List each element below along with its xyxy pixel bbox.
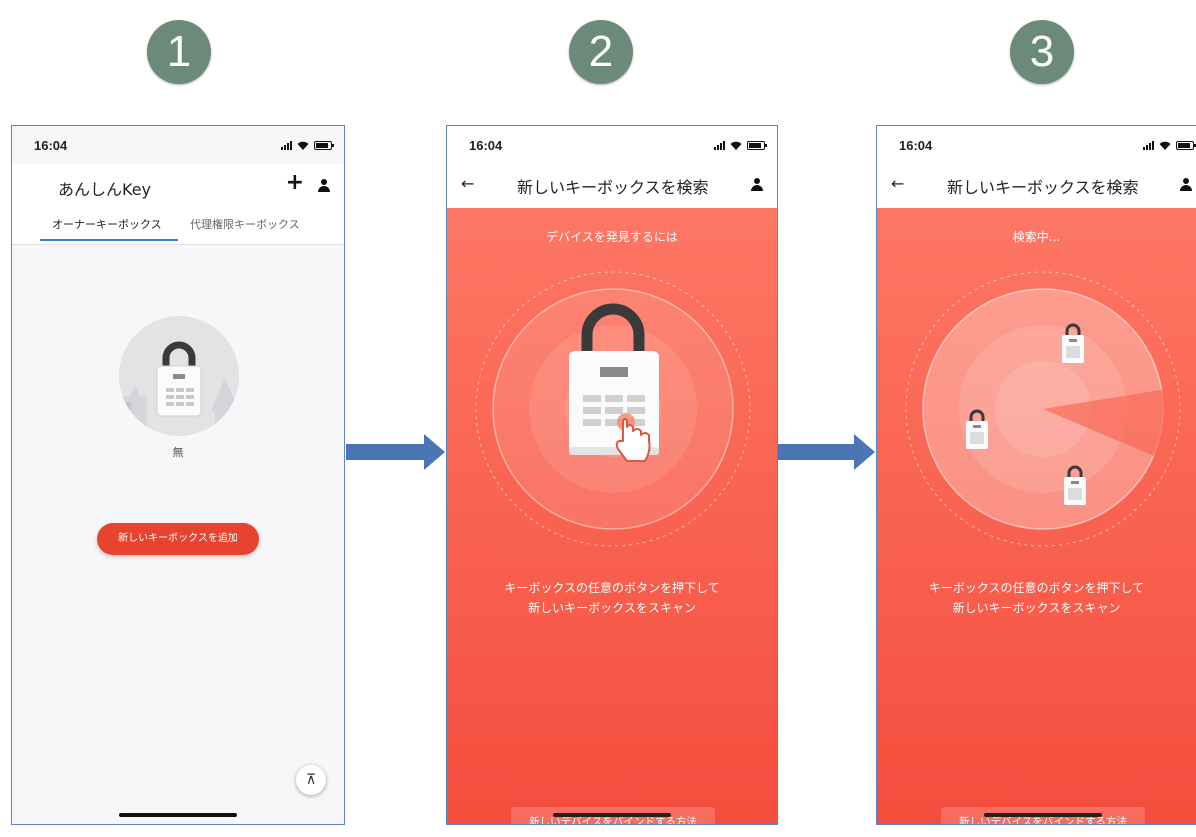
status-time: 16:04 — [34, 138, 68, 153]
home-indicator — [119, 813, 237, 817]
user-icon[interactable] — [1180, 178, 1192, 192]
status-bar: 16:04 — [12, 126, 344, 164]
empty-keybox-illustration — [119, 316, 239, 436]
step-badge-3: 3 — [1010, 20, 1074, 84]
wifi-icon — [730, 141, 742, 150]
wifi-icon — [1159, 141, 1171, 150]
status-time: 16:04 — [469, 138, 503, 153]
back-arrow-icon[interactable]: ← — [891, 174, 904, 193]
phone-screen-searching: 16:04 ← 新しいキーボックスを検索 検索中... キーボックスの任意のボタ… — [876, 125, 1196, 825]
user-icon[interactable] — [318, 179, 330, 193]
phone-screen-home: 16:04 あんしんKey + オーナーキーボックス 代理権限キーボックス 無 … — [11, 125, 345, 825]
discover-subtitle: デバイスを発見するには — [546, 230, 678, 244]
page-title: 新しいキーボックスを検索 — [947, 178, 1139, 197]
step-badge-1: 1 — [147, 20, 211, 84]
scan-radar — [475, 271, 751, 547]
battery-icon — [314, 140, 334, 150]
scroll-to-top-icon[interactable]: ⊼ — [296, 765, 326, 795]
phone-screen-search: 16:04 ← 新しいキーボックスを検索 デバイスを発見するには キーボックスの… — [446, 125, 778, 825]
add-icon[interactable]: + — [286, 170, 304, 195]
tab-owner-keybox[interactable]: オーナーキーボックス — [52, 216, 162, 232]
arrow-right-icon — [778, 434, 875, 470]
battery-icon — [747, 140, 767, 150]
instruction-text: キーボックスの任意のボタンを押下して 新しいキーボックスをスキャン — [447, 578, 777, 618]
app-title: あんしんKey — [58, 180, 152, 199]
keybox-icon — [119, 341, 239, 436]
instruction-line-2: 新しいキーボックスをスキャン — [952, 601, 1121, 615]
step-badge-2: 2 — [569, 20, 633, 84]
empty-state-text: 無 — [172, 446, 184, 459]
tab-underline — [40, 239, 178, 241]
signal-icon — [281, 140, 292, 150]
status-bar: 16:04 — [877, 126, 1196, 164]
instruction-line-1: キーボックスの任意のボタンを押下して — [504, 581, 720, 595]
home-indicator — [553, 813, 671, 817]
back-arrow-icon[interactable]: ← — [461, 174, 474, 193]
home-indicator — [984, 813, 1102, 817]
instruction-text: キーボックスの任意のボタンを押下して 新しいキーボックスをスキャン — [877, 578, 1196, 618]
wifi-icon — [297, 141, 309, 150]
page-title: 新しいキーボックスを検索 — [517, 178, 709, 197]
arrow-right-icon — [346, 434, 445, 470]
searching-status: 検索中... — [1012, 230, 1061, 244]
signal-icon — [1143, 140, 1154, 150]
instruction-line-1: キーボックスの任意のボタンを押下して — [928, 581, 1145, 595]
status-time: 16:04 — [899, 138, 933, 153]
battery-icon — [1176, 140, 1196, 150]
user-icon[interactable] — [751, 178, 763, 192]
signal-icon — [714, 140, 725, 150]
scan-radar — [905, 271, 1181, 547]
instruction-line-2: 新しいキーボックスをスキャン — [528, 601, 696, 615]
tab-proxy-keybox[interactable]: 代理権限キーボックス — [190, 216, 300, 232]
status-bar: 16:04 — [447, 126, 777, 164]
add-keybox-button[interactable]: 新しいキーボックスを追加 — [97, 523, 259, 555]
app-header: あんしんKey + オーナーキーボックス 代理権限キーボックス — [12, 164, 344, 245]
